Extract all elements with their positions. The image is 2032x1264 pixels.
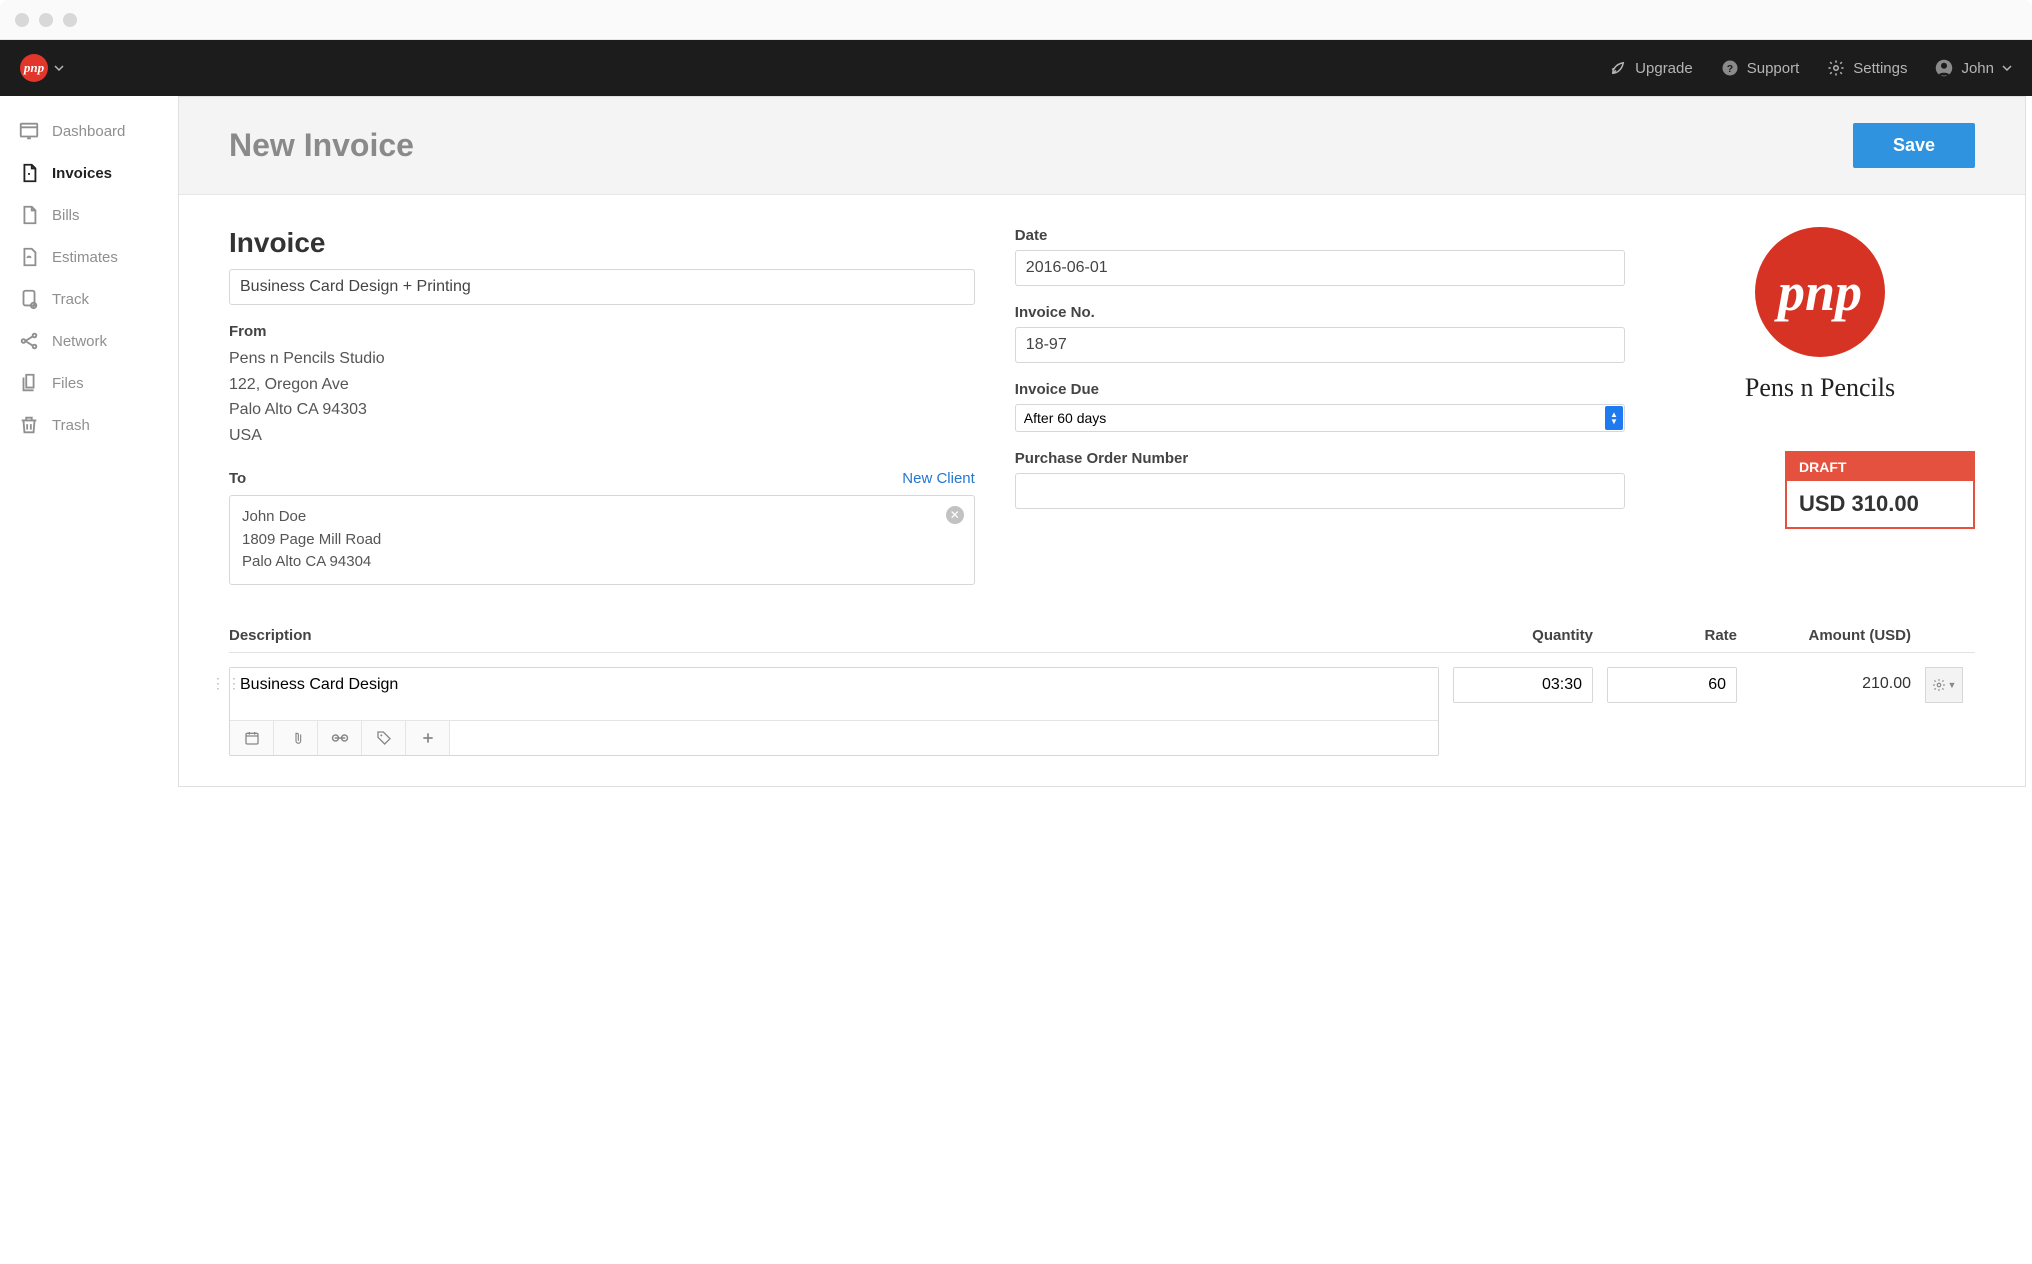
to-name: John Doe	[242, 506, 962, 529]
col-quantity: Quantity	[1453, 627, 1593, 644]
invoice-no-input[interactable]	[1015, 327, 1625, 363]
to-line1: 1809 Page Mill Road	[242, 529, 962, 552]
sidebar-item-label: Trash	[52, 417, 90, 434]
avatar-icon	[1935, 59, 1953, 77]
invoice-no-label: Invoice No.	[1015, 304, 1625, 321]
user-menu[interactable]: John	[1935, 59, 2012, 77]
po-input[interactable]	[1015, 473, 1625, 509]
rocket-icon	[1609, 59, 1627, 77]
invoice-heading: Invoice	[229, 227, 975, 259]
dashboard-icon	[18, 120, 40, 142]
sidebar-item-label: Invoices	[52, 165, 112, 182]
item-amount: 210.00	[1751, 667, 1911, 693]
sidebar-item-network[interactable]: Network	[0, 320, 178, 362]
gear-icon	[1827, 59, 1845, 77]
sidebar-item-label: Bills	[52, 207, 80, 224]
sidebar-item-track[interactable]: Track	[0, 278, 178, 320]
chevron-down-icon	[54, 65, 64, 71]
bill-icon	[18, 204, 40, 226]
user-name: John	[1961, 60, 1994, 77]
company-name: Pens n Pencils	[1665, 373, 1975, 403]
to-label: To	[229, 470, 246, 487]
from-line2: Palo Alto CA 94303	[229, 397, 975, 423]
due-label: Invoice Due	[1015, 381, 1625, 398]
status-box: DRAFT USD 310.00	[1785, 451, 1975, 529]
from-name: Pens n Pencils Studio	[229, 346, 975, 372]
svg-text:?: ?	[1727, 63, 1733, 75]
invoice-icon	[18, 162, 40, 184]
to-line2: Palo Alto CA 94304	[242, 551, 962, 574]
drag-handle-icon[interactable]: ⋮⋮	[211, 675, 243, 692]
col-rate: Rate	[1607, 627, 1737, 644]
sidebar-item-label: Track	[52, 291, 89, 308]
question-icon: ?	[1721, 59, 1739, 77]
topbar: pnp Upgrade ? Support Settings John	[0, 40, 2032, 96]
col-description: Description	[229, 627, 1439, 644]
settings-link[interactable]: Settings	[1827, 59, 1907, 77]
status-badge: DRAFT	[1787, 453, 1973, 481]
tag-tool-icon[interactable]	[362, 721, 406, 755]
item-gear-menu[interactable]: ▼	[1925, 667, 1963, 703]
date-input[interactable]	[1015, 250, 1625, 286]
sidebar-item-label: Estimates	[52, 249, 118, 266]
item-quantity-input[interactable]	[1453, 667, 1593, 703]
new-client-link[interactable]: New Client	[902, 470, 975, 487]
sidebar-item-invoices[interactable]: Invoices	[0, 152, 178, 194]
due-select[interactable]: After 60 days	[1015, 404, 1625, 432]
add-tool-icon[interactable]	[406, 721, 450, 755]
link-tool-icon[interactable]	[318, 721, 362, 755]
col-amount: Amount (USD)	[1751, 627, 1911, 644]
date-tool-icon[interactable]	[230, 721, 274, 755]
from-country: USA	[229, 423, 975, 449]
window-dot-min[interactable]	[39, 13, 53, 27]
upgrade-label: Upgrade	[1635, 60, 1693, 77]
sidebar-item-label: Files	[52, 375, 84, 392]
sidebar-item-trash[interactable]: Trash	[0, 404, 178, 446]
client-box[interactable]: John Doe 1809 Page Mill Road Palo Alto C…	[229, 495, 975, 585]
sidebar-item-label: Dashboard	[52, 123, 125, 140]
items-header-row: Description Quantity Rate Amount (USD)	[229, 617, 1975, 653]
sidebar-item-label: Network	[52, 333, 107, 350]
company-logo-icon: pnp	[1755, 227, 1885, 357]
track-icon	[18, 288, 40, 310]
brand-menu[interactable]: pnp	[20, 54, 64, 82]
window-dot-close[interactable]	[15, 13, 29, 27]
invoice-subject-input[interactable]	[229, 269, 975, 305]
sidebar-item-bills[interactable]: Bills	[0, 194, 178, 236]
sidebar-item-estimates[interactable]: Estimates	[0, 236, 178, 278]
from-label: From	[229, 323, 975, 340]
chevron-down-icon	[2002, 65, 2012, 71]
date-label: Date	[1015, 227, 1625, 244]
page-card: New Invoice Save Invoice From Pens n Pen…	[178, 96, 2026, 787]
window-dot-max[interactable]	[63, 13, 77, 27]
page-title: New Invoice	[229, 127, 414, 164]
support-link[interactable]: ? Support	[1721, 59, 1800, 77]
invoice-total: USD 310.00	[1787, 481, 1973, 527]
from-line1: 122, Oregon Ave	[229, 372, 975, 398]
sidebar-item-dashboard[interactable]: Dashboard	[0, 110, 178, 152]
item-row: Business Card Design 210.00	[229, 653, 1975, 756]
network-icon	[18, 330, 40, 352]
po-label: Purchase Order Number	[1015, 450, 1625, 467]
window-chrome	[0, 0, 2032, 40]
trash-icon	[18, 414, 40, 436]
save-button[interactable]: Save	[1853, 123, 1975, 168]
item-description-input[interactable]: Business Card Design	[230, 668, 1438, 720]
item-tools	[230, 720, 1438, 755]
brand-logo-icon: pnp	[20, 54, 48, 82]
item-description-box: Business Card Design	[229, 667, 1439, 756]
attachment-tool-icon[interactable]	[274, 721, 318, 755]
sidebar-item-files[interactable]: Files	[0, 362, 178, 404]
item-rate-input[interactable]	[1607, 667, 1737, 703]
upgrade-link[interactable]: Upgrade	[1609, 59, 1693, 77]
estimate-icon	[18, 246, 40, 268]
support-label: Support	[1747, 60, 1800, 77]
files-icon	[18, 372, 40, 394]
page-header: New Invoice Save	[179, 97, 2025, 195]
sidebar: Dashboard Invoices Bills Estimates Track…	[0, 96, 178, 1264]
from-address: Pens n Pencils Studio 122, Oregon Ave Pa…	[229, 346, 975, 448]
settings-label: Settings	[1853, 60, 1907, 77]
